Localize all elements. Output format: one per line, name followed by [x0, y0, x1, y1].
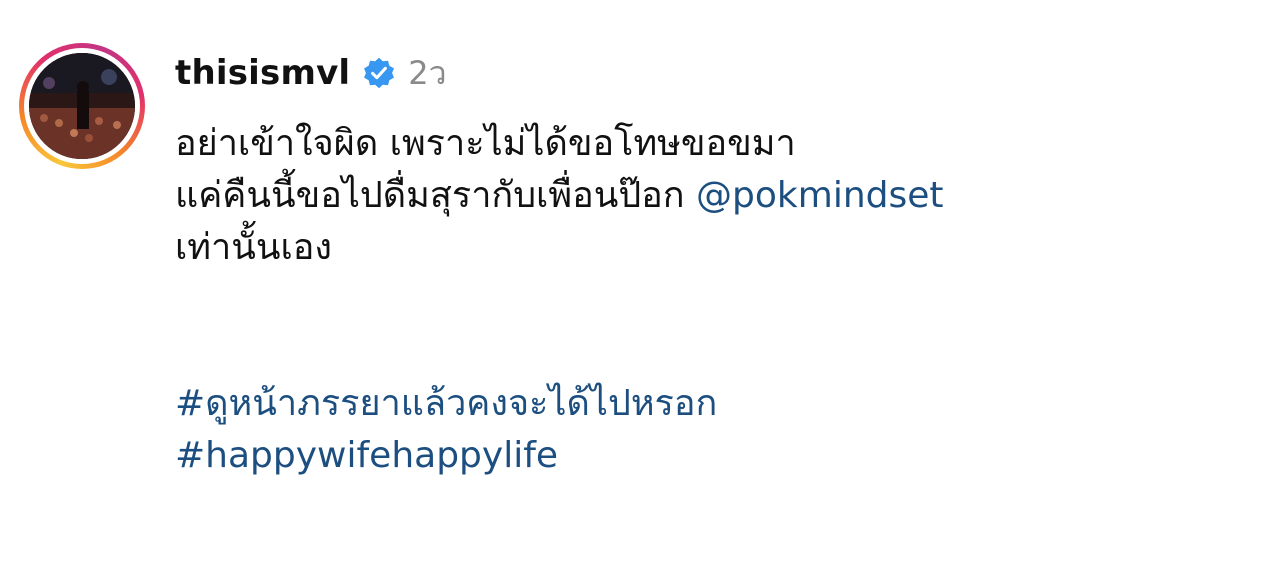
post-header: thisismvl 2ว — [175, 48, 447, 98]
username[interactable]: thisismvl — [175, 53, 350, 93]
avatar-frame — [24, 48, 140, 164]
avatar-photo — [29, 53, 135, 159]
verified-badge-icon — [364, 57, 395, 89]
post-caption: อย่าเข้าใจผิด เพราะไม่ได้ขอโทษขอขมา แค่ค… — [175, 118, 1255, 482]
caption-line-1: อย่าเข้าใจผิด เพราะไม่ได้ขอโทษขอขมา — [175, 123, 796, 164]
avatar[interactable] — [29, 53, 135, 159]
mention-link[interactable]: @pokmindset — [696, 175, 943, 216]
hashtag-link-2[interactable]: #happywifehappylife — [175, 430, 1255, 482]
post-time: 2ว — [408, 53, 447, 92]
caption-line-2: แค่คืนนี้ขอไปดื่มสุรากับเพื่อนป๊อก @pokm… — [175, 170, 1255, 222]
caption-line-3: เท่านั้นเอง — [175, 227, 332, 268]
story-ring[interactable] — [19, 43, 145, 169]
hashtag-link-1[interactable]: #ดูหน้าภรรยาแล้วคงจะได้ไปหรอก — [175, 378, 1255, 430]
caption-line-2-text: แค่คืนนี้ขอไปดื่มสุรากับเพื่อนป๊อก — [175, 175, 685, 216]
